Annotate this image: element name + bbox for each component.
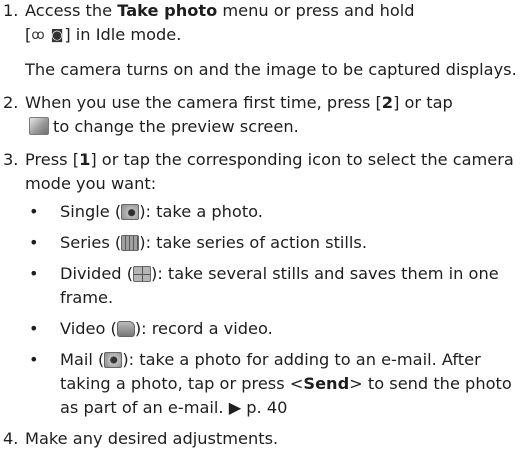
- step-1-text: Access the Take photo menu or press and …: [25, 0, 525, 48]
- step-1-result: The camera turns on and the image to be …: [25, 60, 517, 79]
- preview-toggle-icon: [29, 117, 49, 135]
- list-item: • Mail (): take a photo for adding to an…: [29, 350, 512, 417]
- single-shot-icon: [121, 204, 140, 220]
- series-shot-icon: [121, 235, 140, 251]
- camera-key-icon: ꝏ ◙: [31, 28, 65, 43]
- video-icon: [116, 321, 135, 337]
- step-number: 3.: [3, 150, 19, 169]
- step-2-text: When you use the camera first time, pres…: [25, 93, 453, 136]
- key-label: 1: [79, 150, 91, 169]
- step-3-text: Press [1] or tap the corresponding icon …: [25, 150, 514, 193]
- instructions-page: 1. Access the Take photo menu or press a…: [0, 0, 525, 451]
- camera-mode-list: • Single (): take a photo. • Series (): …: [25, 200, 525, 420]
- step-4-text: Make any desired adjustments.: [25, 429, 279, 448]
- take-photo-menu-label: Take photo: [117, 1, 218, 20]
- divided-shot-icon: [133, 266, 152, 282]
- step-number: 4.: [3, 429, 19, 448]
- list-item: • Single (): take a photo.: [29, 202, 263, 221]
- key-label: 2: [381, 93, 394, 112]
- mail-shot-icon: [104, 352, 123, 368]
- step-number: 2.: [3, 93, 19, 112]
- step-number: 1.: [3, 1, 19, 20]
- list-item: • Divided (): take several stills and sa…: [29, 264, 499, 307]
- step-4: 4. Make any desired adjustments.: [0, 427, 525, 451]
- step-1: 1. Access the Take photo menu or press a…: [0, 0, 525, 82]
- step-2: 2. When you use the camera first time, p…: [0, 91, 525, 139]
- list-item: • Video (): record a video.: [29, 319, 273, 338]
- send-softkey-label: Send: [303, 374, 350, 393]
- step-3: 3. Press [1] or tap the corresponding ic…: [0, 148, 525, 420]
- list-item: • Series (): take series of action still…: [29, 233, 367, 252]
